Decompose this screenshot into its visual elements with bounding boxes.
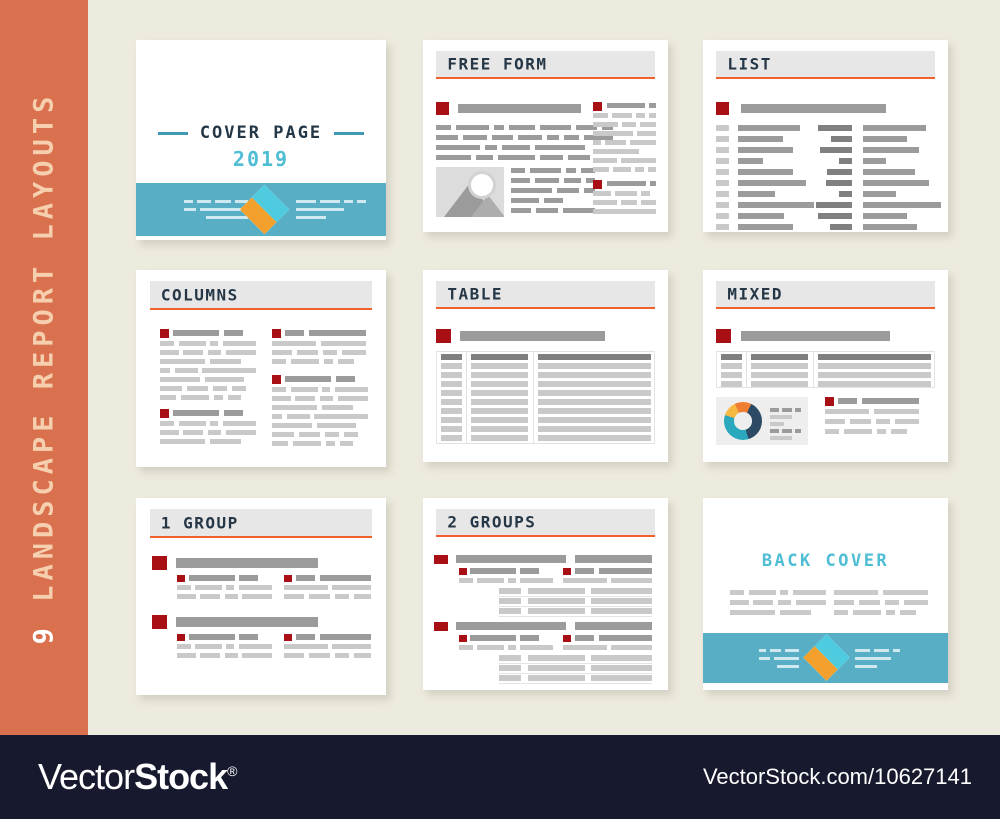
sidebar-banner-text: 9 LANDSCAPE REPORT LAYOUTS bbox=[29, 91, 60, 644]
card-list[interactable]: LIST bbox=[703, 40, 948, 232]
card-free-form[interactable]: FREE FORM bbox=[423, 40, 668, 232]
bullet-square bbox=[272, 375, 281, 384]
donut-chart bbox=[724, 402, 762, 440]
free-form-header: FREE FORM bbox=[436, 50, 655, 80]
mixed-title: MIXED bbox=[727, 284, 784, 304]
two-groups-header: 2 GROUPS bbox=[436, 508, 655, 538]
bullet-square bbox=[716, 329, 731, 343]
bullet-square bbox=[593, 180, 602, 189]
bullet-square bbox=[160, 329, 169, 338]
mixed-header: MIXED bbox=[716, 280, 935, 310]
data-table bbox=[436, 351, 655, 444]
bullet-square bbox=[284, 634, 292, 641]
sidebar-banner: 9 LANDSCAPE REPORT LAYOUTS bbox=[0, 0, 88, 735]
columns-header: COLUMNS bbox=[149, 280, 373, 311]
free-form-title: FREE FORM bbox=[447, 54, 548, 74]
bullet-square bbox=[436, 102, 449, 115]
bullet-square bbox=[459, 568, 467, 575]
bullet-square bbox=[177, 634, 185, 641]
card-table[interactable]: TABLE bbox=[423, 270, 668, 462]
layout-grid: COVER PAGE 2019 FREE FORM LIST COLUMNS T… bbox=[88, 0, 1000, 735]
group-title-bar bbox=[575, 622, 652, 630]
layout-count: 9 bbox=[28, 622, 60, 644]
cover-title: COVER PAGE bbox=[199, 123, 323, 143]
bullet-square bbox=[434, 622, 448, 631]
registered-mark: ® bbox=[227, 763, 237, 779]
cover-year: 2019 bbox=[232, 147, 290, 171]
bullet-square bbox=[177, 575, 185, 582]
table-title: TABLE bbox=[447, 284, 504, 304]
chart-panel bbox=[716, 397, 808, 445]
group-title-bar bbox=[176, 558, 318, 568]
headline-bar bbox=[458, 104, 581, 113]
group-title-bar bbox=[456, 622, 566, 630]
group-title-bar bbox=[176, 617, 318, 627]
bullet-square bbox=[284, 575, 292, 582]
headline-bar bbox=[741, 331, 890, 341]
data-table bbox=[716, 351, 935, 388]
sidebar-banner-label: LANDSCAPE REPORT LAYOUTS bbox=[28, 91, 60, 602]
bullet-square bbox=[152, 615, 167, 629]
card-columns[interactable]: COLUMNS bbox=[136, 270, 386, 467]
card-two-groups[interactable]: 2 GROUPS bbox=[423, 498, 668, 690]
bullet-square bbox=[434, 555, 448, 564]
list-header: LIST bbox=[716, 50, 935, 80]
table-header: TABLE bbox=[436, 280, 655, 310]
bullet-square bbox=[593, 102, 602, 111]
list-title: LIST bbox=[727, 54, 772, 74]
image-placeholder bbox=[436, 167, 504, 217]
back-cover-title: BACK COVER bbox=[761, 551, 890, 571]
bullet-square bbox=[563, 635, 571, 642]
footer-bar: VectorStock® VectorStock.com/10627141 bbox=[0, 735, 1000, 819]
bullet-square bbox=[152, 556, 167, 570]
one-group-title: 1 GROUP bbox=[160, 513, 239, 533]
card-back-cover[interactable]: BACK COVER bbox=[703, 498, 948, 690]
bullet-square bbox=[436, 329, 451, 343]
vectorstock-url: VectorStock.com/10627141 bbox=[702, 764, 972, 789]
back-cover-footer-band bbox=[703, 633, 948, 683]
columns-title: COLUMNS bbox=[160, 285, 239, 305]
card-one-group[interactable]: 1 GROUP bbox=[136, 498, 386, 695]
brand-light: Vector bbox=[38, 756, 135, 797]
bullet-square bbox=[563, 568, 571, 575]
brand-bold: Stock bbox=[134, 756, 228, 797]
bullet-square bbox=[272, 329, 281, 338]
back-cover-diamond-logo bbox=[803, 634, 850, 681]
vectorstock-logo: VectorStock® bbox=[38, 756, 237, 798]
card-mixed[interactable]: MIXED bbox=[703, 270, 948, 462]
two-groups-title: 2 GROUPS bbox=[447, 512, 537, 532]
bullet-square bbox=[825, 397, 834, 406]
bullet-square bbox=[459, 635, 467, 642]
card-cover-page[interactable]: COVER PAGE 2019 bbox=[136, 40, 386, 240]
cover-footer-band bbox=[136, 183, 386, 236]
headline-bar bbox=[741, 104, 886, 113]
group-title-bar bbox=[456, 555, 566, 563]
group-title-bar bbox=[575, 555, 652, 563]
headline-bar bbox=[460, 331, 605, 341]
one-group-header: 1 GROUP bbox=[149, 508, 373, 539]
bullet-square bbox=[160, 409, 169, 418]
cover-diamond-logo bbox=[239, 184, 290, 235]
bullet-square bbox=[716, 102, 729, 115]
